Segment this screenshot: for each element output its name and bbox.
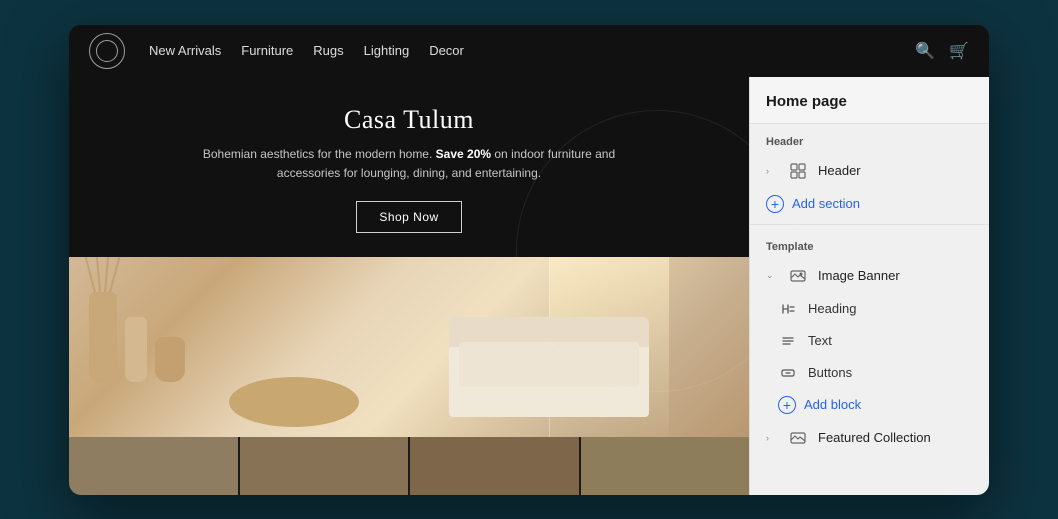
search-icon[interactable]: 🔍 [915,41,935,61]
room-background [69,257,749,437]
featured-collection-label: Featured Collection [818,430,931,445]
text-item[interactable]: Text [750,325,989,357]
image-banner-item[interactable]: ⌄ Image Banner [750,259,989,293]
template-section-label: Template [750,229,989,259]
thumb-2 [240,437,409,495]
editor-panel: Home page Header › Header + Add [749,77,989,495]
nav-decor[interactable]: Decor [429,43,464,58]
buttons-label: Buttons [808,365,852,380]
heading-icon [778,299,798,319]
add-block-button[interactable]: + Add block [750,389,989,421]
thumb-1 [69,437,238,495]
add-section-icon: + [766,195,784,213]
sofa [449,337,649,417]
hero-image-inner [69,257,749,437]
panel-header: Home page [750,77,989,124]
thumb-3 [410,437,579,495]
add-section-button[interactable]: + Add section [750,188,989,220]
site-preview: Casa Tulum Bohemian aesthetics for the m… [69,77,749,495]
plant-stems [94,257,111,292]
browser-window: New Arrivals Furniture Rugs Lighting Dec… [69,25,989,495]
hero-section: Casa Tulum Bohemian aesthetics for the m… [69,77,749,257]
vase-tall [89,292,117,382]
heading-item[interactable]: Heading [750,293,989,325]
image-banner-chevron-icon: ⌄ [766,270,778,282]
panel-title: Home page [766,93,847,110]
image-banner-label: Image Banner [818,268,900,283]
heading-label: Heading [808,301,856,316]
shop-now-button[interactable]: Shop Now [356,201,461,233]
featured-collection-icon [788,428,808,448]
header-grid-icon [788,161,808,181]
buttons-icon [778,363,798,383]
logo [89,33,125,69]
header-label: Header [818,163,861,178]
add-block-label: Add block [804,397,861,412]
nav-rugs[interactable]: Rugs [313,43,343,58]
vase-group [89,292,185,382]
image-banner-icon [788,266,808,286]
cart-icon[interactable]: 🛒 [949,41,969,61]
nav-links: New Arrivals Furniture Rugs Lighting Dec… [149,43,891,58]
stem-4 [109,257,124,292]
buttons-item[interactable]: Buttons [750,357,989,389]
header-chevron-icon: › [766,165,778,177]
text-icon [778,331,798,351]
text-label: Text [808,333,832,348]
hero-subtitle: Bohemian aesthetics for the modern home.… [199,145,619,183]
hero-title: Casa Tulum [89,105,729,135]
thumbnails-bar [69,437,749,495]
add-block-icon: + [778,396,796,414]
sofa-cushion [459,342,639,387]
header-item[interactable]: › Header [750,154,989,188]
logo-inner [96,40,118,62]
hero-image [69,257,749,437]
header-section-label: Header [750,124,989,154]
nav-icons: 🔍 🛒 [915,41,969,61]
vase-medium [125,317,147,382]
coffee-table [229,377,359,427]
site-header: New Arrivals Furniture Rugs Lighting Dec… [69,25,989,77]
nav-lighting[interactable]: Lighting [364,43,410,58]
add-section-label: Add section [792,196,860,211]
nav-new-arrivals[interactable]: New Arrivals [149,43,221,58]
vase-short [155,337,185,382]
featured-collection-item[interactable]: › Featured Collection [750,421,989,455]
featured-collection-chevron-icon: › [766,432,778,444]
separator [750,224,989,225]
nav-furniture[interactable]: Furniture [241,43,293,58]
main-content: Casa Tulum Bohemian aesthetics for the m… [69,77,989,495]
thumb-4 [581,437,750,495]
stem-1 [80,257,96,292]
